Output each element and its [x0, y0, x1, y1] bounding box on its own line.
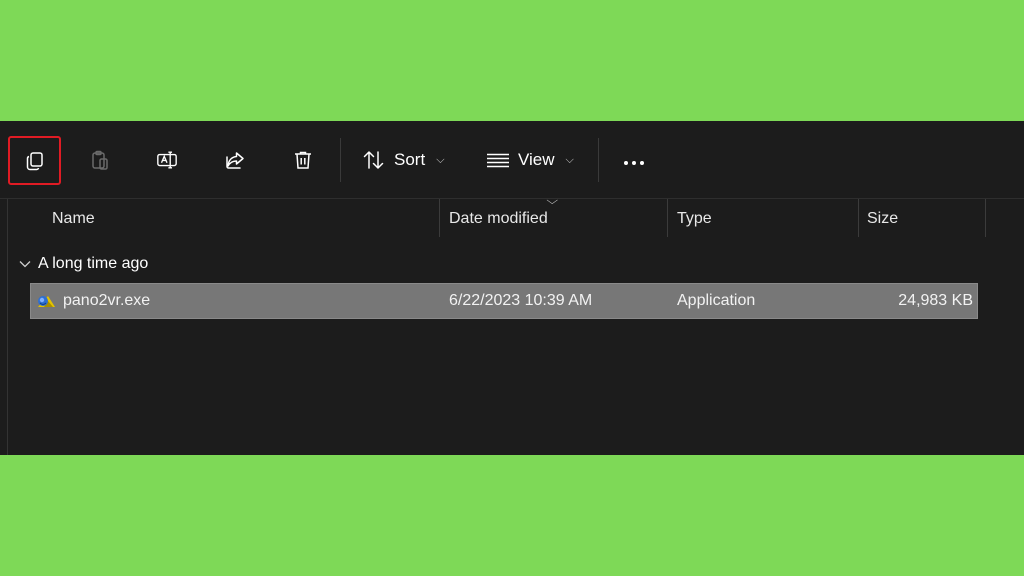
- paste-icon: [92, 150, 108, 170]
- view-icon: [487, 153, 509, 168]
- paste-button[interactable]: [74, 137, 126, 183]
- column-header-label: Type: [677, 210, 712, 227]
- share-button[interactable]: [209, 137, 261, 183]
- file-date-modified: 6/22/2023 10:39 AM: [449, 292, 593, 309]
- view-button[interactable]: View ⌵: [486, 137, 574, 183]
- more-options-button[interactable]: [614, 137, 654, 183]
- file-size-cell: 24,983 KB: [898, 284, 973, 318]
- copy-icon: [26, 151, 43, 170]
- column-separator[interactable]: [985, 199, 986, 237]
- group-header[interactable]: A long time ago: [18, 252, 148, 276]
- chevron-down-icon: ⌵: [436, 153, 445, 166]
- column-header-type[interactable]: Type: [677, 199, 712, 239]
- chevron-down-icon: ⌵: [565, 153, 574, 166]
- file-date-cell: 6/22/2023 10:39 AM: [449, 284, 592, 318]
- column-header-date-modified[interactable]: Date modified: [449, 199, 548, 239]
- column-separator[interactable]: [667, 199, 668, 237]
- column-header-name[interactable]: Name: [52, 199, 95, 239]
- file-row[interactable]: pano2vr.exe 6/22/2023 10:39 AM Applicati…: [30, 283, 978, 319]
- share-icon: [226, 152, 244, 169]
- chevron-down-icon: [19, 261, 31, 268]
- application-icon: [38, 296, 55, 307]
- file-name-cell: pano2vr.exe: [35, 284, 150, 318]
- file-explorer-window: Sort ⌵ View ⌵ Name ⌵ Date modified Type …: [0, 121, 1024, 455]
- file-name: pano2vr.exe: [63, 292, 151, 309]
- column-separator[interactable]: [439, 199, 440, 237]
- toolbar-separator: [598, 138, 599, 182]
- delete-button[interactable]: [277, 137, 329, 183]
- column-header-label: Date modified: [449, 210, 548, 227]
- sort-indicator-icon: ⌵: [546, 195, 559, 207]
- trash-icon: [295, 151, 311, 169]
- column-header-size[interactable]: Size: [867, 199, 898, 239]
- pane-border: [7, 199, 8, 455]
- sort-label: Sort: [394, 150, 426, 169]
- file-type-cell: Application: [677, 284, 755, 318]
- file-size: 24,983 KB: [898, 292, 973, 309]
- file-type: Application: [677, 292, 756, 309]
- sort-button[interactable]: Sort ⌵: [362, 137, 445, 183]
- more-horizontal-icon: [622, 150, 646, 170]
- view-label: View: [518, 150, 555, 169]
- group-label: A long time ago: [38, 255, 149, 272]
- rename-button[interactable]: [141, 137, 193, 183]
- column-header-label: Size: [867, 210, 899, 227]
- column-header-label: Name: [52, 210, 95, 227]
- column-separator[interactable]: [858, 199, 859, 237]
- sort-icon: [363, 151, 384, 169]
- copy-button[interactable]: [8, 136, 61, 185]
- rename-icon: [157, 151, 177, 169]
- command-bar: Sort ⌵ View ⌵: [0, 121, 1024, 198]
- toolbar-separator: [340, 138, 341, 182]
